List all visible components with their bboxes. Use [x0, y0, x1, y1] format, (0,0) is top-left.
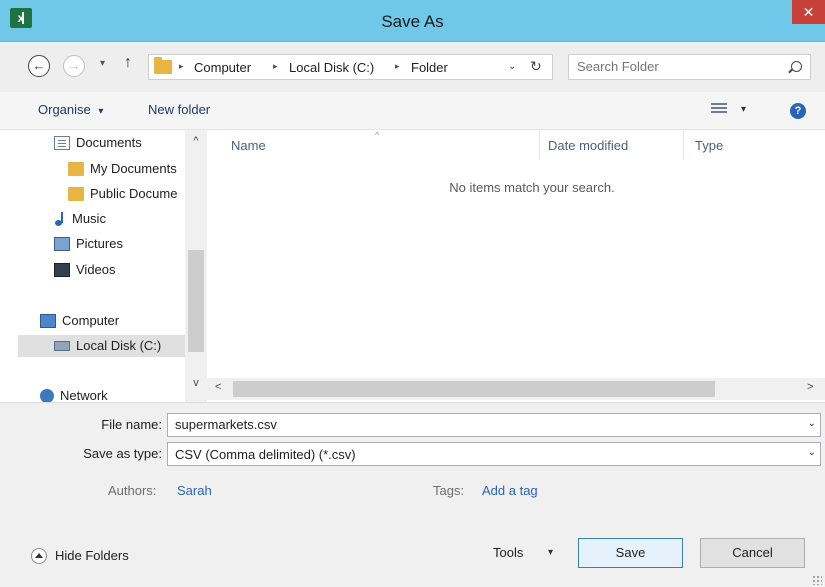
sidebar-item-label: Network [60, 388, 108, 402]
save-as-type-value: CSV (Comma delimited) (*.csv) [175, 447, 356, 462]
breadcrumb-separator-icon[interactable]: ▸ [273, 61, 278, 72]
sidebar-item-label: Music [72, 211, 106, 226]
sidebar-item-label: Local Disk (C:) [76, 338, 162, 353]
music-icon [54, 211, 66, 226]
view-options-icon[interactable] [711, 103, 727, 116]
sidebar-item-label: Public Docume [90, 186, 178, 201]
collapse-icon[interactable] [31, 548, 47, 564]
scroll-right-icon[interactable]: > [807, 381, 813, 393]
breadcrumb-item-local-disk[interactable]: Local Disk (C:) [289, 60, 374, 75]
sidebar-item-videos[interactable]: Videos [54, 259, 116, 281]
chevron-down-icon[interactable]: ▾ [741, 104, 746, 115]
tags-input[interactable]: Add a tag [482, 483, 538, 498]
column-header-name[interactable]: Name [231, 138, 266, 153]
folder-icon [154, 57, 172, 74]
chevron-down-icon[interactable]: ▾ [548, 547, 553, 558]
sidebar-item-label: Computer [62, 313, 120, 328]
organise-label: Organise [38, 102, 91, 117]
column-divider[interactable] [539, 130, 540, 160]
save-as-type-select[interactable]: CSV (Comma delimited) (*.csv) ⌄ [167, 442, 821, 466]
new-folder-button[interactable]: New folder [148, 102, 210, 117]
back-button[interactable]: ← [28, 55, 50, 77]
close-button[interactable]: ✕ [792, 0, 825, 24]
disk-icon [54, 340, 70, 351]
title-bar: x Save As ✕ [0, 0, 825, 42]
documents-icon [54, 135, 70, 150]
empty-folder-message: No items match your search. [449, 180, 615, 195]
column-header-type[interactable]: Type [695, 138, 723, 153]
refresh-icon[interactable]: ↻ [530, 58, 542, 75]
breadcrumb-separator-icon[interactable]: ▸ [395, 61, 400, 72]
breadcrumb-item-folder[interactable]: Folder [411, 60, 448, 75]
folder-icon [68, 161, 84, 176]
videos-icon [54, 262, 70, 277]
sort-ascending-icon: ^ [375, 130, 380, 140]
search-box[interactable] [568, 54, 811, 80]
chevron-down-icon[interactable]: ⌄ [808, 418, 816, 429]
resize-grip-icon[interactable] [812, 575, 822, 585]
column-divider[interactable] [683, 130, 684, 160]
help-icon[interactable]: ? [790, 103, 806, 119]
search-icon[interactable] [791, 61, 802, 72]
sidebar-item-local-disk[interactable]: Local Disk (C:) [18, 335, 200, 357]
tags-label: Tags: [433, 483, 465, 498]
sidebar-item-computer[interactable]: Computer [40, 310, 119, 332]
navigation-scrollbar[interactable]: ^ v [185, 130, 207, 402]
save-button[interactable]: Save [578, 538, 683, 568]
recent-locations-button[interactable]: ▾ [100, 58, 105, 69]
file-name-label: File name: [101, 417, 162, 432]
breadcrumb[interactable]: ▸ Computer ▸ Local Disk (C:) ▸ Folder ⌄ … [148, 54, 553, 80]
address-dropdown-icon[interactable]: ⌄ [508, 61, 516, 72]
up-folder-button[interactable]: ↑ [124, 54, 132, 72]
scrollbar-thumb[interactable] [188, 250, 204, 352]
file-name-input[interactable] [175, 417, 775, 432]
sidebar-item-public-documents[interactable]: Public Docume [68, 183, 177, 205]
authors-value[interactable]: Sarah [177, 483, 212, 498]
chevron-down-icon[interactable]: ⌄ [808, 447, 816, 458]
window-title: Save As [381, 12, 444, 31]
save-as-type-label: Save as type: [83, 446, 162, 461]
file-list: ^ Name Date modified Type No items match… [207, 130, 825, 378]
sidebar-item-label: Videos [76, 262, 116, 277]
address-row: ← → ▾ ↑ ▸ Computer ▸ Local Disk (C:) ▸ F… [0, 42, 825, 92]
sidebar-item-my-documents[interactable]: My Documents [68, 158, 177, 180]
sidebar-item-music[interactable]: Music [54, 208, 106, 230]
network-icon [40, 388, 54, 402]
file-name-field[interactable]: ⌄ [167, 413, 821, 437]
sidebar-item-documents[interactable]: Documents [54, 132, 142, 154]
sidebar-item-label: Pictures [76, 236, 123, 251]
computer-icon [40, 313, 56, 328]
hide-folders-button[interactable]: Hide Folders [55, 548, 129, 563]
cancel-button[interactable]: Cancel [700, 538, 805, 568]
chevron-down-icon: ▾ [98, 106, 104, 117]
column-header-date-modified[interactable]: Date modified [548, 138, 628, 153]
sidebar-item-network[interactable]: Network [40, 385, 108, 402]
file-list-horizontal-scrollbar[interactable]: < > [207, 378, 825, 400]
scroll-left-icon[interactable]: < [215, 381, 221, 393]
breadcrumb-item-computer[interactable]: Computer [194, 60, 251, 75]
scrollbar-thumb[interactable] [233, 381, 715, 397]
command-toolbar: Organise ▾ New folder ▾ ? [0, 92, 825, 130]
scroll-up-icon[interactable]: ^ [185, 135, 207, 147]
sidebar-item-label: Documents [76, 135, 142, 150]
search-input[interactable] [577, 59, 777, 74]
sidebar-item-label: My Documents [90, 161, 177, 176]
navigation-pane: Documents My Documents Public Docume Mus… [0, 130, 207, 402]
authors-label: Authors: [108, 483, 157, 498]
breadcrumb-separator-icon[interactable]: ▸ [179, 61, 184, 72]
pictures-icon [54, 236, 70, 251]
sidebar-item-pictures[interactable]: Pictures [54, 233, 123, 255]
scroll-down-icon[interactable]: v [185, 377, 207, 389]
folder-icon [68, 186, 84, 201]
forward-button[interactable]: → [63, 55, 85, 77]
save-options-panel: File name: ⌄ Save as type: CSV (Comma de… [0, 402, 825, 587]
tools-button[interactable]: Tools [493, 545, 523, 560]
organise-button[interactable]: Organise ▾ [38, 102, 103, 117]
